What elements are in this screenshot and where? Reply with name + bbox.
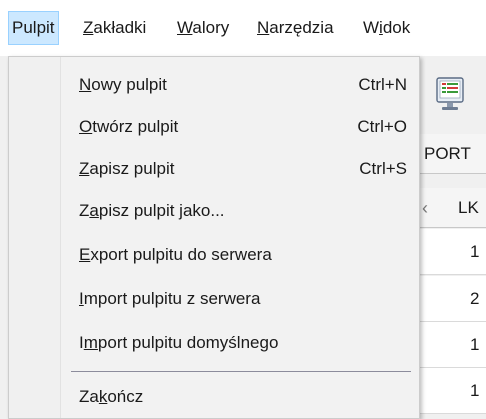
- table-row[interactable]: 2: [420, 276, 486, 322]
- pulpit-dropdown-menu: Nowy pulpit Ctrl+N Otwórz pulpit Ctrl+O …: [8, 56, 420, 419]
- menu-shortcut: Ctrl+O: [357, 117, 407, 136]
- menu-bar: Pulpit Zakładki Walory Narzędzia Widok: [0, 0, 486, 56]
- menu-label-part: mport pulpitu z serwera: [83, 289, 261, 308]
- menu-item-import-domyslnego[interactable]: Import pulpitu domyślnego: [9, 323, 419, 363]
- menu-item-zapisz-pulpit[interactable]: Zapisz pulpit Ctrl+S: [9, 149, 419, 189]
- menu-item-import-z-serwera[interactable]: Import pulpitu z serwera: [9, 279, 419, 319]
- menu-item-zapisz-pulpit-jako[interactable]: Zapisz pulpit jako...: [9, 191, 419, 231]
- table-cell: 2: [470, 289, 480, 308]
- table-cell: 1: [470, 335, 480, 354]
- menu-label-part: xport pulpitu do serwera: [90, 245, 272, 264]
- table-row[interactable]: 1: [420, 368, 486, 414]
- menu-label-part: twórz pulpit: [92, 117, 179, 136]
- monitor-report-icon[interactable]: [435, 77, 465, 111]
- menu-label-part: apisz pulpit: [89, 159, 175, 178]
- menu-accelerator: N: [79, 75, 92, 94]
- menu-accelerator: O: [79, 117, 93, 136]
- menu-accelerator: a: [89, 201, 99, 220]
- menu-shortcut: Ctrl+S: [359, 159, 407, 178]
- menu-label-part: Pulpit: [12, 18, 55, 37]
- menu-label-part: akładki: [93, 18, 147, 37]
- chevron-left-icon: ‹: [422, 198, 428, 218]
- column-header-lk[interactable]: ‹ LK: [420, 188, 486, 228]
- menu-accelerator: m: [83, 333, 98, 352]
- menu-label-part: W: [363, 18, 380, 37]
- menu-label-part: port pulpitu domyślnego: [97, 333, 279, 352]
- menu-accelerator: E: [79, 245, 91, 264]
- menu-accelerator: Z: [79, 159, 90, 178]
- menu-pulpit[interactable]: Pulpit: [8, 11, 59, 45]
- portfolio-tab[interactable]: PORT: [420, 134, 486, 174]
- app-window: PORT ‹ LK 1 2 1 1 Pulpit Zakładki Walory…: [0, 0, 486, 419]
- menu-accelerator: W: [177, 18, 193, 37]
- table-row[interactable]: 1: [420, 229, 486, 275]
- table-row[interactable]: 1: [420, 322, 486, 368]
- table-cell: 1: [470, 381, 480, 400]
- menu-item-otworz-pulpit[interactable]: Otwórz pulpit Ctrl+O: [9, 107, 419, 147]
- menu-widok[interactable]: Widok: [360, 11, 413, 45]
- table-cell: 1: [470, 242, 480, 261]
- menu-label-part: alory: [192, 18, 230, 37]
- portfolio-tab-label: PORT: [424, 144, 471, 163]
- menu-label-part: arzędzia: [269, 18, 334, 37]
- menu-walory[interactable]: Walory: [174, 11, 232, 45]
- menu-label-part: dok: [382, 18, 411, 37]
- menu-zakladki[interactable]: Zakładki: [80, 11, 149, 45]
- menu-accelerator: Z: [83, 18, 94, 37]
- menu-item-nowy-pulpit[interactable]: Nowy pulpit Ctrl+N: [9, 65, 419, 105]
- menu-accelerator: N: [257, 18, 270, 37]
- column-header-label: LK: [458, 198, 479, 217]
- menu-separator: [71, 371, 411, 372]
- menu-item-zakoncz[interactable]: Zakończ: [9, 377, 419, 417]
- menu-label-part: owy pulpit: [91, 75, 167, 94]
- menu-item-export-pulpitu[interactable]: Export pulpitu do serwera: [9, 235, 419, 275]
- menu-narzedzia[interactable]: Narzędzia: [254, 11, 337, 45]
- menu-shortcut: Ctrl+N: [358, 75, 407, 94]
- menu-label-part: Z: [79, 201, 90, 220]
- menu-label-part: ończ: [107, 387, 144, 406]
- menu-label-part: pisz pulpit jako...: [98, 201, 225, 220]
- menu-label-part: Za: [79, 387, 99, 406]
